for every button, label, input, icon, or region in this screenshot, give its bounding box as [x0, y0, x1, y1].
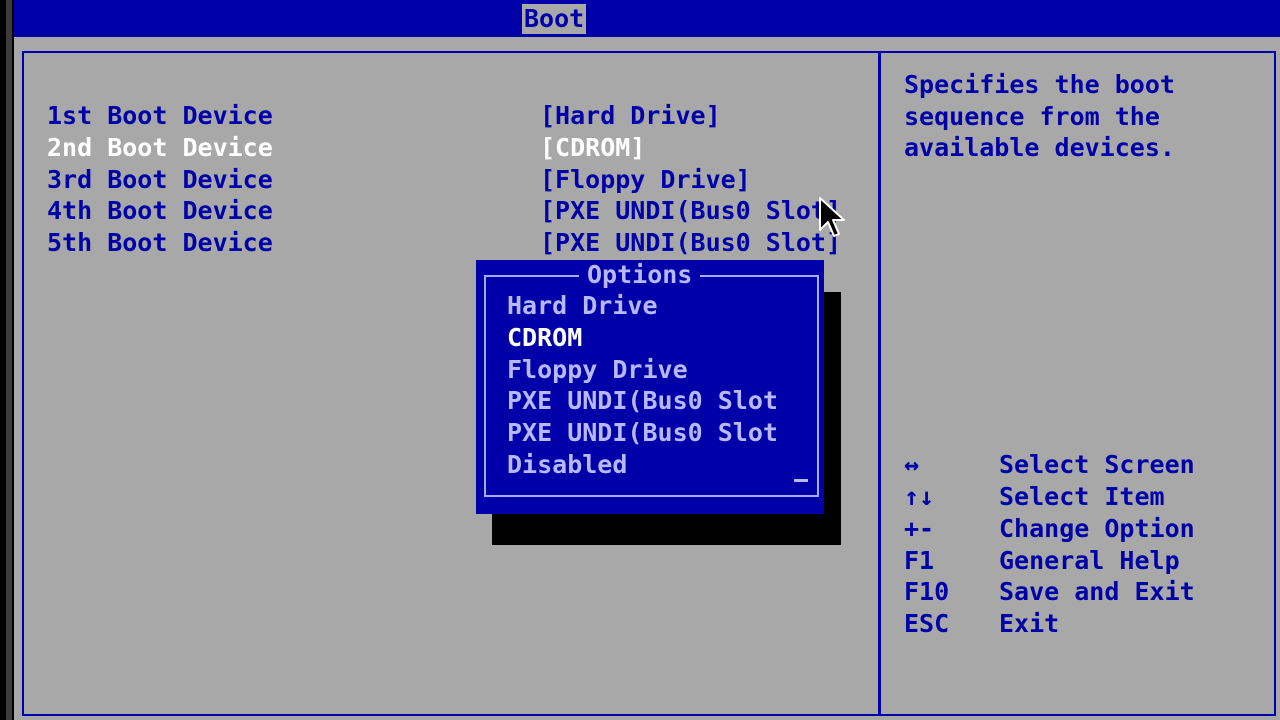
- option-item-cdrom[interactable]: CDROM: [507, 323, 582, 353]
- boot-device-3-label[interactable]: 3rd Boot Device: [47, 165, 273, 195]
- key-esc: ESC: [904, 609, 950, 638]
- window-left-edge-inner: [6, 0, 12, 720]
- boot-device-4-label[interactable]: 4th Boot Device: [47, 196, 273, 226]
- key-action-select-screen: Select Screen: [999, 450, 1195, 479]
- boot-device-3-value[interactable]: [Floppy Drive]: [540, 165, 751, 195]
- key-action-select-item: Select Item: [999, 482, 1165, 511]
- key-action-exit: Exit: [999, 609, 1060, 638]
- boot-device-1-label[interactable]: 1st Boot Device: [47, 101, 273, 131]
- option-item-pxe-2[interactable]: PXE UNDI(Bus0 Slot: [507, 418, 778, 448]
- key-left-right-icon: ↔: [904, 450, 920, 479]
- key-f1: F1: [904, 546, 935, 575]
- help-line-2: sequence from the: [904, 102, 1160, 131]
- key-action-save-exit: Save and Exit: [999, 577, 1195, 606]
- key-plus-minus: +-: [904, 514, 935, 543]
- boot-device-5-value[interactable]: [PXE UNDI(Bus0 Slot]: [540, 228, 841, 258]
- boot-device-2-value[interactable]: [CDROM]: [540, 133, 645, 163]
- key-up-down-icon: ↑↓: [904, 482, 935, 511]
- boot-device-5-label[interactable]: 5th Boot Device: [47, 228, 273, 258]
- boot-device-1-value[interactable]: [Hard Drive]: [540, 101, 721, 131]
- panel-divider: [878, 51, 881, 716]
- key-f10: F10: [904, 577, 950, 606]
- key-action-change-option: Change Option: [999, 514, 1195, 543]
- tab-boot[interactable]: Boot: [522, 4, 587, 34]
- option-item-disabled[interactable]: Disabled: [507, 450, 627, 480]
- option-item-hard-drive[interactable]: Hard Drive: [507, 291, 658, 321]
- mouse-pointer-icon: [819, 197, 845, 237]
- text-cursor-icon: [794, 479, 808, 482]
- option-item-pxe-1[interactable]: PXE UNDI(Bus0 Slot: [507, 386, 778, 416]
- options-popup-title: Options: [579, 260, 701, 290]
- boot-device-2-label[interactable]: 2nd Boot Device: [47, 133, 273, 163]
- help-line-3: available devices.: [904, 133, 1175, 162]
- help-line-1: Specifies the boot: [904, 70, 1175, 99]
- boot-device-4-value[interactable]: [PXE UNDI(Bus0 Slot]: [540, 196, 841, 226]
- option-item-floppy-drive[interactable]: Floppy Drive: [507, 355, 688, 385]
- key-action-general-help: General Help: [999, 546, 1180, 575]
- header-bar: [14, 0, 1280, 37]
